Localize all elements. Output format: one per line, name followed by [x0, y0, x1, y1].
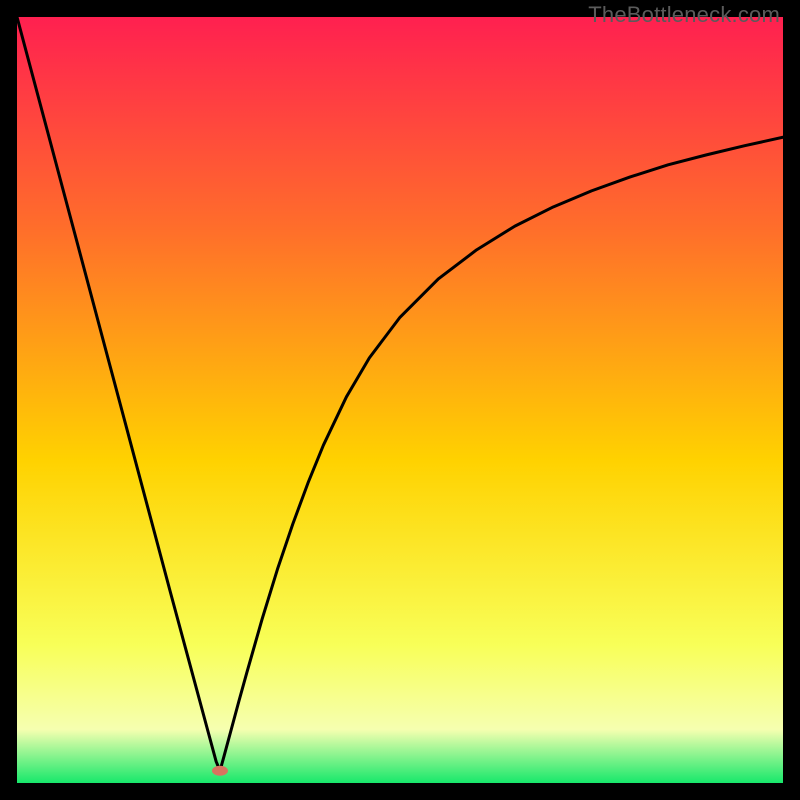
notch-marker [212, 766, 228, 776]
gradient-background [17, 17, 783, 783]
plot-frame [17, 17, 783, 783]
watermark-text: TheBottleneck.com [588, 2, 780, 28]
plot-svg [17, 17, 783, 783]
